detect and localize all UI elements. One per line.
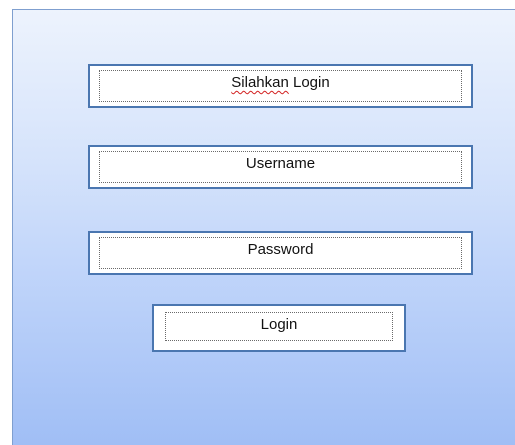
password-field[interactable]: Password (88, 231, 473, 275)
login-button-label[interactable]: Login (165, 312, 393, 341)
screen: Silahkan Login Username Password Login (0, 0, 515, 445)
username-label[interactable]: Username (99, 151, 462, 183)
title-word-silahkan: Silahkan (231, 74, 289, 91)
title-box: Silahkan Login (88, 64, 473, 108)
username-field[interactable]: Username (88, 145, 473, 189)
login-panel: Silahkan Login Username Password Login (12, 9, 515, 445)
password-label[interactable]: Password (99, 237, 462, 269)
title-text: Silahkan Login (99, 70, 462, 102)
title-word-login: Login (293, 74, 330, 91)
login-button[interactable]: Login (152, 304, 406, 352)
